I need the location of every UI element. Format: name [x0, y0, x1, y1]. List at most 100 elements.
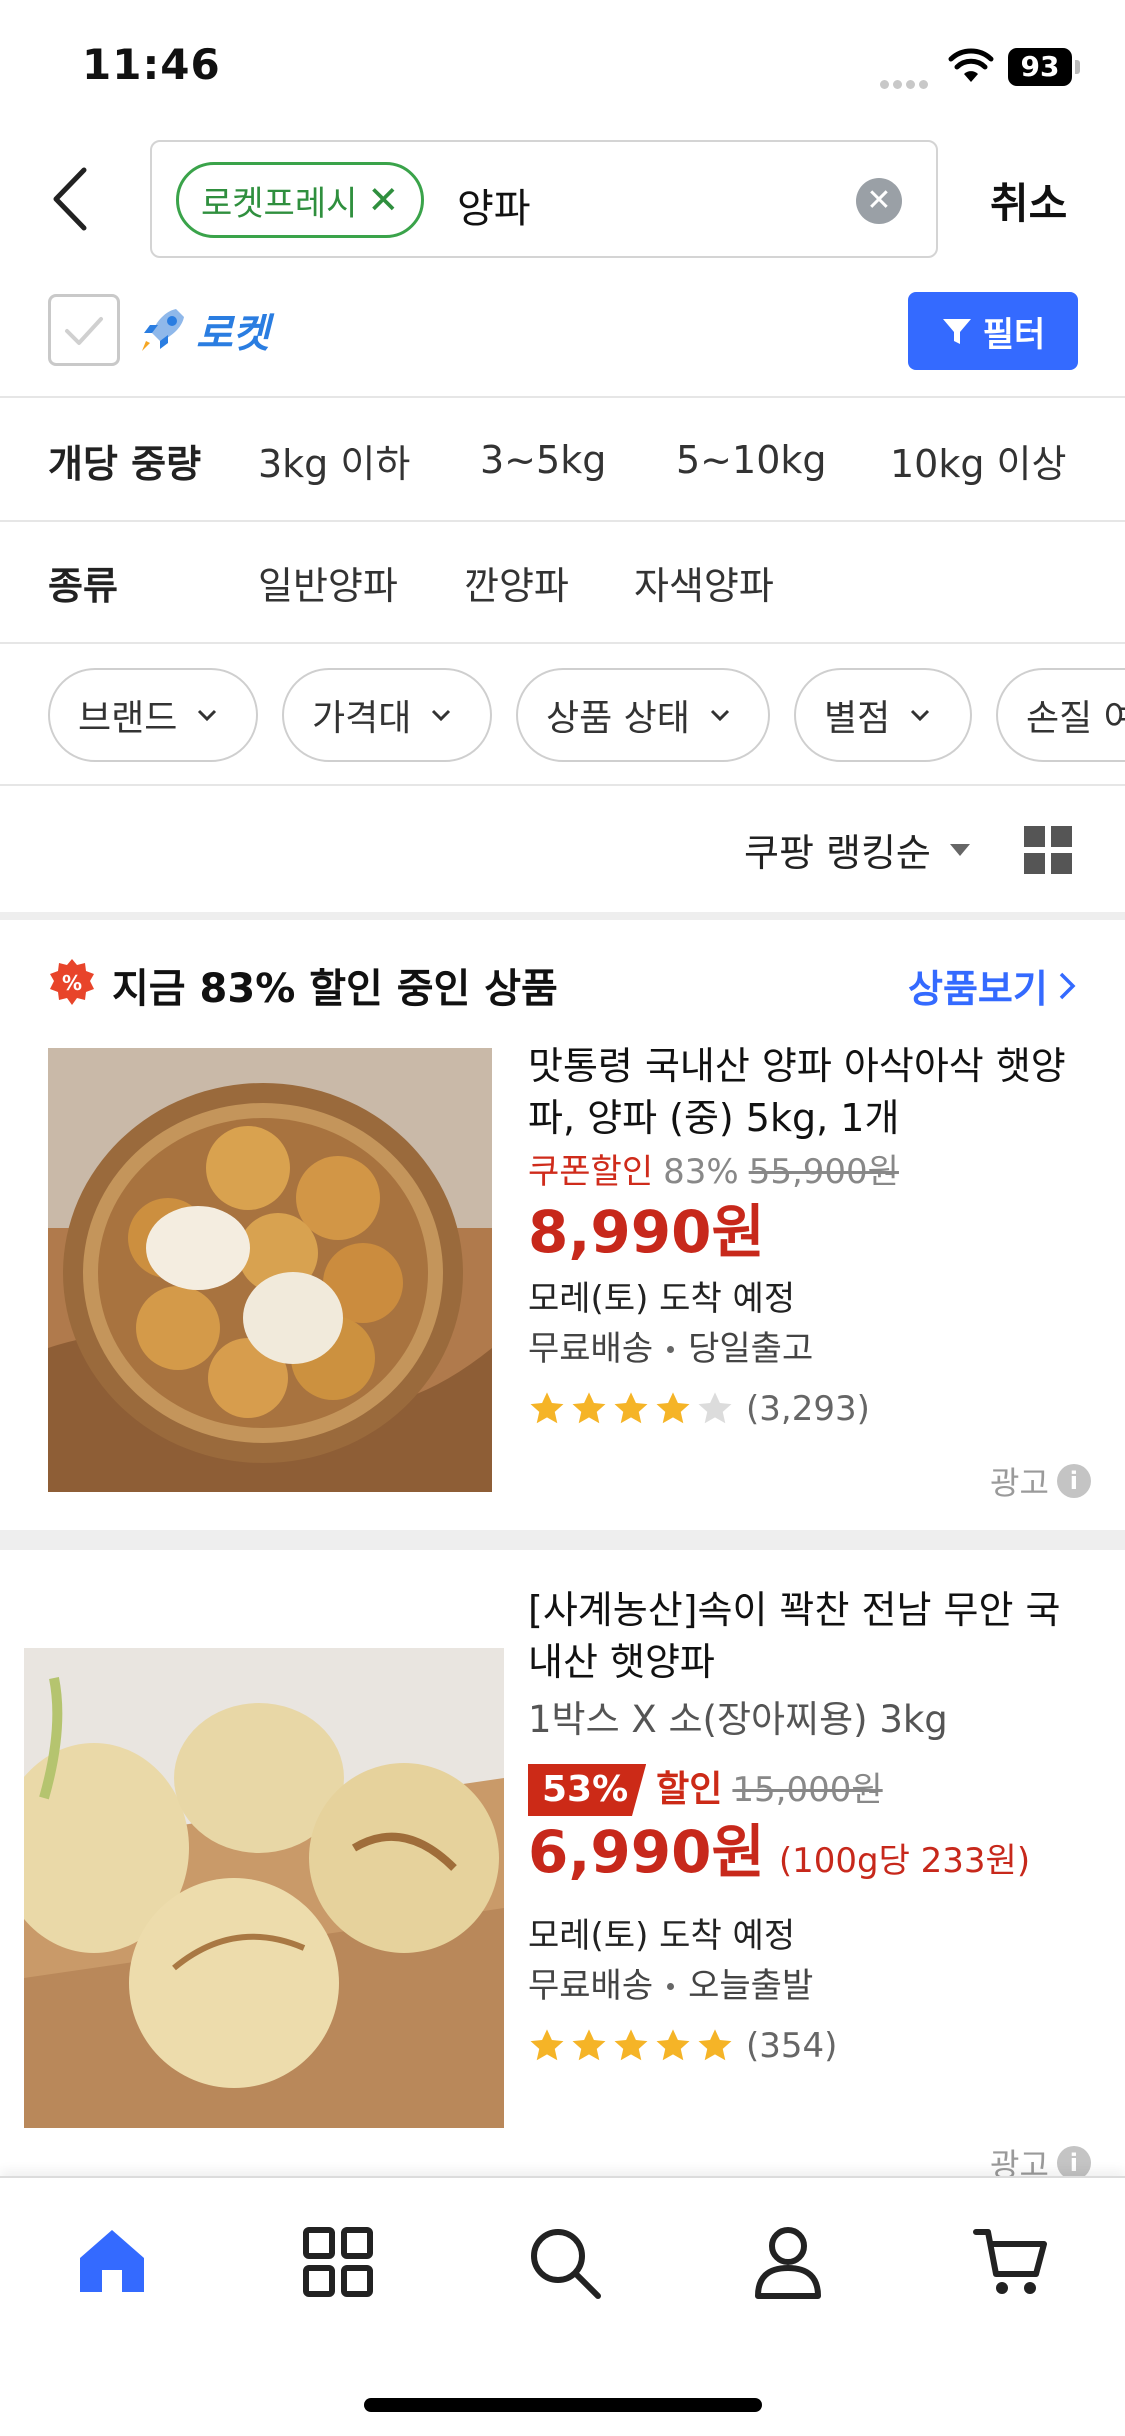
weight-filter-title: 개당 중량 — [48, 441, 202, 486]
search-query[interactable]: 양파 — [457, 176, 531, 234]
chip-label: 가격대 — [312, 698, 412, 739]
product-info: 맛통령 국내산 양파 아삭아삭 햇양파, 양파 (중) 5kg, 1개 쿠폰할인… — [528, 1040, 1088, 1432]
product-card[interactable]: [사계농산]속이 꽉찬 전남 무안 국내산 햇양파 1박스 X 소(장아찌용) … — [0, 1584, 1125, 2184]
remove-chip-icon[interactable]: ✕ — [367, 178, 399, 222]
chevron-down-icon — [911, 709, 930, 722]
trimmed-chip[interactable]: 손질 여부 — [996, 668, 1125, 762]
cancel-button[interactable]: 취소 — [990, 170, 1067, 231]
search-icon[interactable] — [524, 2222, 604, 2302]
unit-price: (100g당 233원) — [778, 1841, 1031, 1881]
account-icon[interactable] — [748, 2222, 828, 2302]
view-products-label: 상품보기 — [908, 967, 1048, 1011]
back-chevron-icon[interactable] — [44, 164, 104, 234]
sale-price: 8,990원 — [528, 1196, 1088, 1268]
battery-level: 93 — [1008, 48, 1072, 86]
info-icon[interactable]: i — [1056, 1464, 1091, 1498]
discount-badge-icon: % — [50, 959, 94, 1005]
chip-label: 상품 상태 — [546, 698, 690, 739]
original-price: 15,000원 — [732, 1770, 883, 1810]
product-image[interactable] — [24, 1648, 504, 2128]
sale-price-value: 8,990원 — [528, 1198, 765, 1266]
original-price: 55,900원 — [748, 1152, 899, 1192]
rocket-fresh-chip[interactable]: 로켓프레시 ✕ — [176, 162, 425, 238]
product-title[interactable]: [사계농산]속이 꽉찬 전남 무안 국내산 햇양파 — [528, 1584, 1088, 1688]
home-indicator — [364, 2398, 762, 2412]
rocket-label: 로켓 — [196, 311, 270, 357]
weight-option[interactable]: 5~10kg — [676, 438, 827, 482]
dispatch-info: 오늘출발 — [688, 1966, 814, 2006]
weight-option[interactable]: 3~5kg — [480, 438, 606, 482]
chip-label: 별점 — [824, 698, 891, 739]
shipping-info: 무료배송 오늘출발 — [528, 1961, 1088, 2011]
check-icon — [65, 317, 103, 345]
discount-percent: 83% — [663, 1152, 739, 1192]
filter-button[interactable]: 필터 — [908, 292, 1078, 370]
type-option[interactable]: 일반양파 — [258, 555, 398, 610]
view-products-link[interactable]: 상품보기 — [908, 958, 1078, 1013]
dispatch-info: 당일출고 — [688, 1329, 814, 1369]
star-icon — [530, 2029, 564, 2061]
svg-text:%: % — [62, 971, 82, 995]
discount-line: 53% 할인 15,000원 — [528, 1764, 1088, 1816]
rocket-fresh-chip-label: 로켓프레시 — [201, 183, 358, 224]
brand-chip[interactable]: 브랜드 — [48, 668, 258, 762]
delivery-eta: 모레(토) 도착 예정 — [528, 1916, 796, 1956]
rating: (3,293) — [528, 1386, 1088, 1432]
star-icon — [698, 1392, 732, 1424]
funnel-icon — [942, 319, 971, 344]
ad-label[interactable]: 광고 i — [990, 1458, 1091, 1504]
star-icon — [614, 2029, 648, 2061]
type-option[interactable]: 깐양파 — [464, 555, 569, 610]
product-condition-chip[interactable]: 상품 상태 — [516, 668, 770, 762]
filter-button-label: 필터 — [982, 314, 1046, 355]
info-icon[interactable]: i — [1056, 2146, 1091, 2180]
star-icon — [656, 2029, 690, 2061]
free-shipping: 무료배송 — [528, 1966, 654, 2006]
star-icon — [572, 1392, 606, 1424]
promo-header: % 지금 83% 할인 중인 상품 상품보기 — [0, 932, 1125, 1032]
weight-option[interactable]: 10kg 이상 — [890, 433, 1066, 488]
chip-label: 손질 여부 — [1026, 698, 1125, 739]
rocket-checkbox[interactable] — [48, 294, 120, 366]
star-icon — [614, 1392, 648, 1424]
type-filter-row: 종류 일반양파 깐양파 자색양파 — [0, 522, 1125, 644]
weight-option[interactable]: 3kg 이하 — [258, 433, 410, 488]
type-option[interactable]: 자색양파 — [634, 555, 774, 610]
ad-label-text: 광고 — [990, 1464, 1049, 1502]
sort-dropdown[interactable]: 쿠팡 랭킹순 — [744, 822, 931, 877]
product-card[interactable]: 맛통령 국내산 양파 아삭아삭 햇양파, 양파 (중) 5kg, 1개 쿠폰할인… — [0, 1040, 1125, 1520]
status-time: 11:46 — [82, 40, 221, 89]
home-icon[interactable] — [72, 2222, 152, 2302]
sale-price-value: 6,990원 — [528, 1818, 765, 1886]
star-icon — [530, 1392, 564, 1424]
star-icon — [698, 2029, 732, 2061]
review-count: (354) — [746, 2026, 838, 2066]
sort-row: 쿠팡 랭킹순 — [0, 786, 1125, 914]
bottom-tab-bar — [0, 2176, 1125, 2436]
product-image[interactable] — [48, 1048, 492, 1492]
category-grid-icon[interactable] — [298, 2222, 378, 2302]
chip-label: 브랜드 — [78, 698, 178, 739]
rating-chip[interactable]: 별점 — [794, 668, 972, 762]
filter-chips-row: 브랜드 가격대 상품 상태 별점 손질 여부 — [0, 644, 1125, 786]
clear-icon[interactable]: ✕ — [856, 178, 902, 224]
sale-price: 6,990원 (100g당 233원) — [528, 1816, 1088, 1897]
cart-icon[interactable] — [972, 2222, 1052, 2302]
chevron-down-icon — [432, 709, 451, 722]
discount-badge: 53% — [528, 1764, 647, 1816]
section-divider — [0, 912, 1125, 920]
price-range-chip[interactable]: 가격대 — [282, 668, 492, 762]
grid-view-icon[interactable] — [1024, 826, 1072, 874]
battery-icon: 93 — [1008, 48, 1082, 86]
status-bar: 11:46 93 — [0, 0, 1125, 130]
chevron-right-icon — [1059, 972, 1076, 999]
search-input[interactable]: 로켓프레시 ✕ 양파 ✕ — [150, 140, 938, 258]
product-title[interactable]: 맛통령 국내산 양파 아삭아삭 햇양파, 양파 (중) 5kg, 1개 — [528, 1040, 1088, 1144]
product-option: 1박스 X 소(장아찌용) 3kg — [528, 1698, 948, 1741]
shipping-info: 무료배송 당일출고 — [528, 1324, 1088, 1374]
caret-down-icon[interactable] — [950, 844, 970, 856]
star-icon — [656, 1392, 690, 1424]
free-shipping: 무료배송 — [528, 1329, 654, 1369]
rocket-delivery-logo[interactable]: 로켓 — [136, 302, 270, 358]
discount-line: 쿠폰할인 83% 55,900원 — [528, 1148, 1088, 1196]
